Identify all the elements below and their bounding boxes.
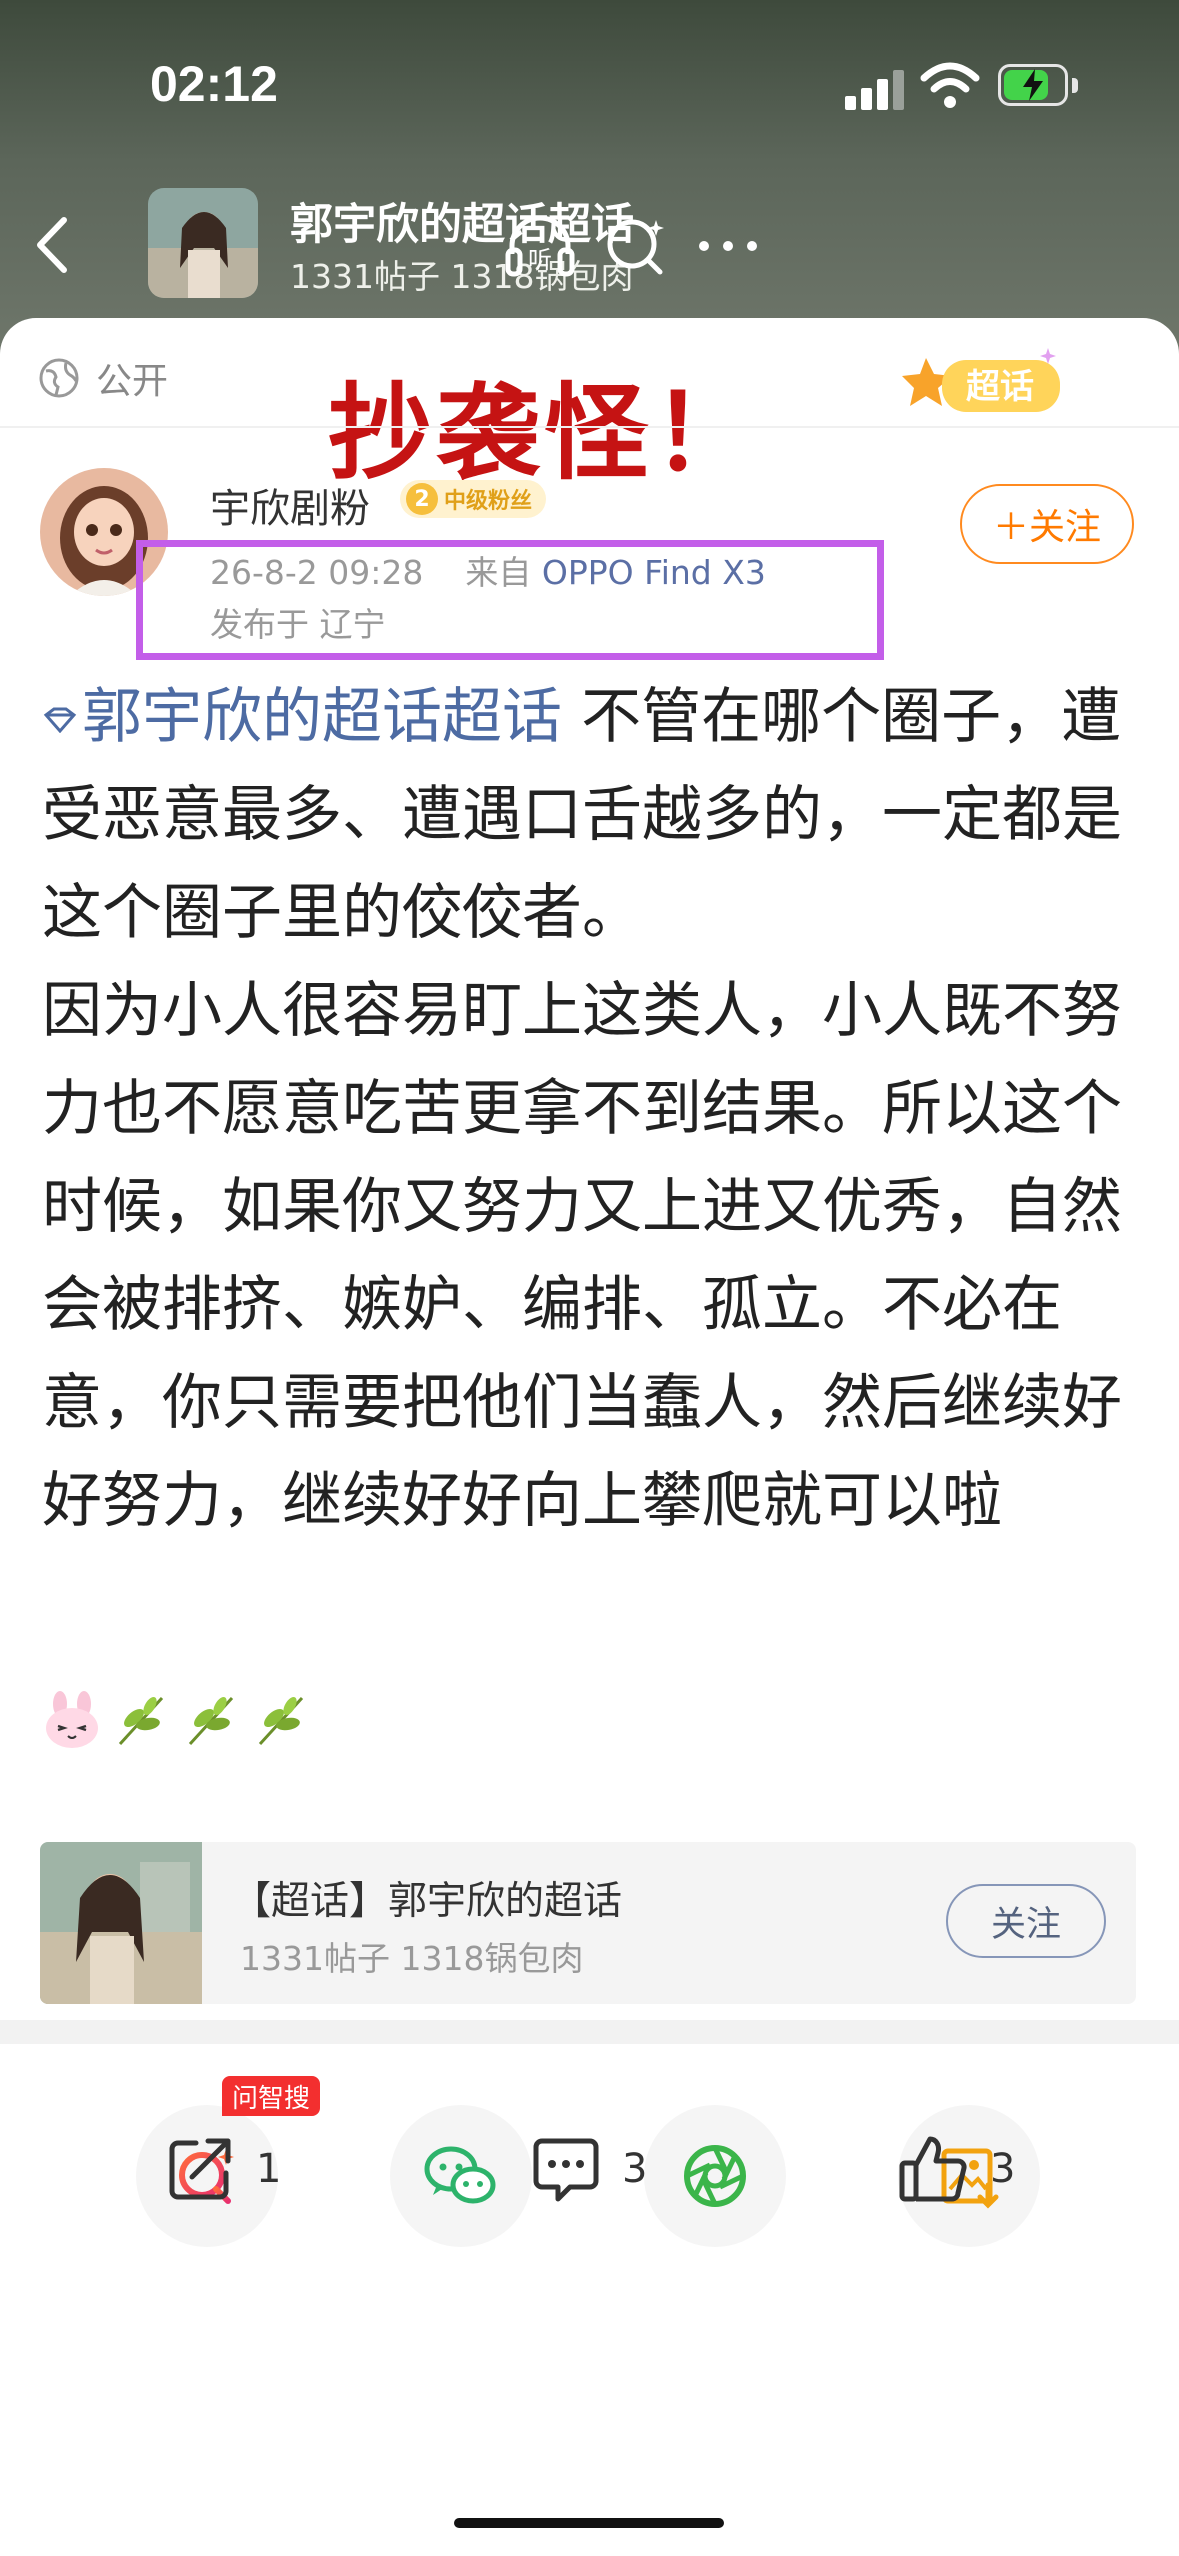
supertopic-card-name: 【超话】郭宇欣的超话 (232, 1879, 623, 1924)
bunny-emoji-icon (46, 1691, 98, 1748)
fan-level-label: 中级粉丝 (444, 489, 533, 514)
nav-bar: 郭宇欣的超话超话 1331帖子 1318锅包肉 听 (0, 180, 1179, 310)
like-button[interactable]: 3 (896, 2129, 1015, 2209)
divider (0, 426, 1179, 428)
post-card: 公开 抄袭怪！ 超话 宇欣剧粉 2 中级粉丝 26-8-2 09:28 来自 O… (0, 318, 1179, 2556)
repost-button[interactable]: 1 (162, 2129, 281, 2209)
leaf-emoji-icon (258, 1696, 304, 1746)
section-separator (0, 2020, 1179, 2044)
repost-icon (169, 2138, 231, 2200)
home-indicator (454, 2518, 724, 2528)
supertopic-badge-label: 超话 (966, 367, 1034, 407)
nav-topic-title: 郭宇欣的超话超话 (290, 200, 634, 250)
listen-label: 听 (528, 246, 552, 274)
status-time: 02:12 (150, 56, 278, 112)
follow-button[interactable]: ＋关注 (960, 484, 1134, 564)
highlight-annotation-box (136, 540, 884, 660)
wifi-icon (920, 62, 980, 108)
topic-tag-text[interactable]: 郭宇欣的超话超话 (82, 682, 562, 752)
emoji-row (42, 1690, 312, 1750)
leaf-emoji-icon (118, 1696, 164, 1746)
supertopic-card-thumbnail (40, 1842, 202, 2004)
bottom-action-bar: 1 3 3 (0, 2044, 1179, 2274)
topic-avatar[interactable] (148, 188, 258, 298)
back-icon[interactable] (28, 210, 78, 280)
diamond-tag-icon (43, 707, 77, 734)
author-name[interactable]: 宇欣剧粉 (210, 476, 370, 534)
supertopic-card-stats: 1331帖子 1318锅包肉 (240, 1939, 584, 1978)
leaf-emoji-icon (188, 1696, 234, 1746)
fan-level-number: 2 (406, 483, 438, 515)
supertopic-badge-icon: 超话 (902, 348, 1060, 412)
fan-level-badge: 2 中级粉丝 (400, 480, 547, 518)
comment-count: 3 (622, 2146, 648, 2192)
listen-headphones-icon[interactable]: 听 (502, 208, 578, 284)
thumbs-up-icon (899, 2136, 967, 2202)
overlay-caption: 抄袭怪！ (328, 371, 761, 494)
comment-icon (533, 2138, 599, 2202)
globe-icon (39, 358, 79, 398)
supertopic-follow-button[interactable]: 关注 (946, 1884, 1106, 1958)
visibility-label: 公开 (96, 361, 169, 402)
repost-count: 1 (256, 2146, 282, 2192)
post-text: 不管在哪个圈子，遭受恶意最多、遭遇口舌越多的，一定都是这个圈子里的佼佼者。 因为… (42, 682, 1122, 1536)
post-body: 郭宇欣的超话超话 不管在哪个圈子，遭受恶意最多、遭遇口舌越多的，一定都是这个圈子… (42, 668, 1142, 1550)
cellular-signal-icon (845, 68, 905, 110)
battery-icon (998, 64, 1080, 108)
more-icon[interactable] (690, 208, 766, 284)
comment-button[interactable]: 3 (528, 2129, 647, 2209)
like-count: 3 (990, 2146, 1016, 2192)
topic-tag-link[interactable]: 郭宇欣的超话超话 (42, 682, 562, 752)
visibility-row: 公开 (38, 348, 168, 408)
supertopic-card[interactable]: 【超话】郭宇欣的超话 1331帖子 1318锅包肉 关注 (40, 1842, 1136, 2004)
nav-topic-stats: 1331帖子 1318锅包肉 (290, 257, 634, 296)
search-icon[interactable] (598, 208, 674, 284)
status-bar: 02:12 (0, 0, 1179, 170)
